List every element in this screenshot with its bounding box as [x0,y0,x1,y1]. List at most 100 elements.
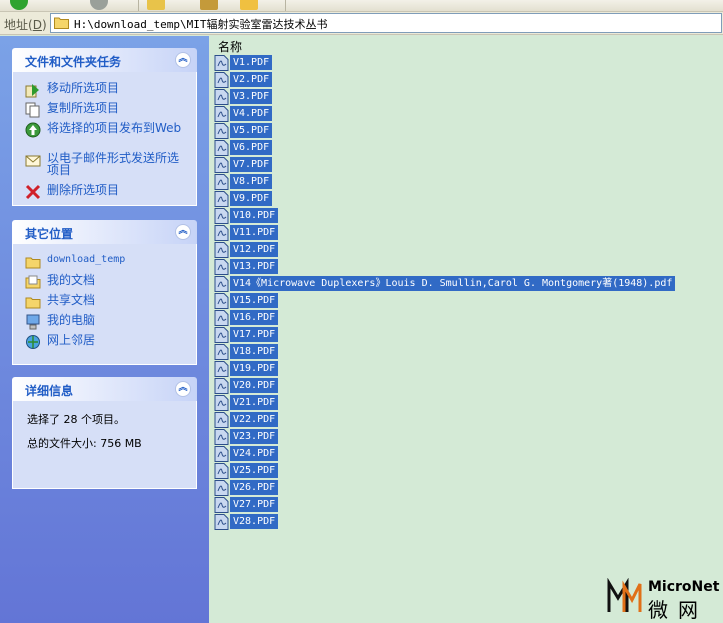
file-name: V6.PDF [230,140,273,155]
file-name: V24.PDF [230,446,279,461]
column-header[interactable]: 名称 [209,36,723,54]
pdf-file-icon [214,122,229,139]
panel-body: 移动所选项目 复制所选项目 将选择的项目发布到Web 以电子邮件形式发送所选项目… [12,72,197,206]
file-row[interactable]: V19.PDF [214,360,279,377]
file-row[interactable]: V27.PDF [214,496,279,513]
file-name: V13.PDF [230,259,279,274]
pdf-file-icon [214,156,229,173]
move-icon [25,84,39,98]
file-name: V2.PDF [230,72,273,87]
pdf-file-icon [214,445,229,462]
file-row[interactable]: V8.PDF [214,173,273,190]
file-row[interactable]: V22.PDF [214,411,279,428]
pdf-file-icon [214,411,229,428]
place-my-documents[interactable]: 我的文档 [25,274,182,290]
pdf-file-icon [214,479,229,496]
search-icon[interactable] [200,0,218,10]
file-name: V27.PDF [230,497,279,512]
file-row[interactable]: V28.PDF [214,513,279,530]
address-path: H:\download_temp\MIT辐射实验室雷达技术丛书 [74,18,328,31]
panel-header[interactable]: 详细信息 ︽ [12,377,197,401]
pdf-file-icon [214,54,229,71]
file-row[interactable]: V2.PDF [214,71,273,88]
collapse-chevron-icon[interactable]: ︽ [175,224,191,240]
details-panel: 详细信息 ︽ 选择了 28 个项目。 总的文件大小: 756 MB [12,377,197,489]
file-row[interactable]: V15.PDF [214,292,279,309]
file-list[interactable]: 名称 V1.PDF V2.PDF V3.PDF V4.PDF V5.PDF V6.PDF V… [209,36,723,623]
back-icon[interactable] [10,0,28,10]
publish-web-link[interactable]: 将选择的项目发布到Web [25,122,182,138]
copy-selected-link[interactable]: 复制所选项目 [25,102,182,118]
file-name: V5.PDF [230,123,273,138]
panel-body: download_temp 我的文档 共享文档 我的电脑 网上邻居 [12,244,197,365]
address-input[interactable]: H:\download_temp\MIT辐射实验室雷达技术丛书 [50,13,722,33]
place-shared-documents[interactable]: 共享文档 [25,294,182,310]
file-row[interactable]: V9.PDF [214,190,273,207]
file-name: V23.PDF [230,429,279,444]
pdf-file-icon [214,394,229,411]
folder-icon [25,257,41,269]
file-name: V14《Microwave Duplexers》Louis D. Smullin… [230,276,676,291]
pdf-file-icon [214,343,229,360]
file-name: V17.PDF [230,327,279,342]
folders-icon[interactable] [240,0,258,10]
move-selected-link[interactable]: 移动所选项目 [25,82,182,98]
file-row[interactable]: V5.PDF [214,122,273,139]
pdf-file-icon [214,88,229,105]
file-row[interactable]: V10.PDF [214,207,279,224]
collapse-chevron-icon[interactable]: ︽ [175,52,191,68]
file-row[interactable]: V12.PDF [214,241,279,258]
file-row[interactable]: V14《Microwave Duplexers》Louis D. Smullin… [214,275,676,292]
file-row[interactable]: V26.PDF [214,479,279,496]
file-row[interactable]: V16.PDF [214,309,279,326]
watermark-brand: MicroNet [648,579,720,595]
collapse-chevron-icon[interactable]: ︽ [175,381,191,397]
panel-header[interactable]: 其它位置 ︽ [12,220,197,244]
place-download-temp[interactable]: download_temp [25,254,182,270]
address-label: 地址(D) [4,18,47,32]
file-row[interactable]: V11.PDF [214,224,279,241]
publish-label: 将选择的项目发布到Web [47,121,182,135]
file-row[interactable]: V25.PDF [214,462,279,479]
email-selected-link[interactable]: 以电子邮件形式发送所选项目 [25,152,182,176]
file-row[interactable]: V21.PDF [214,394,279,411]
total-size: 总的文件大小: 756 MB [27,437,142,450]
delete-selected-link[interactable]: 删除所选项目 [25,184,182,200]
publish-web-icon [25,122,41,138]
file-row[interactable]: V6.PDF [214,139,273,156]
pdf-file-icon [214,360,229,377]
file-row[interactable]: V18.PDF [214,343,279,360]
pdf-file-icon [214,292,229,309]
file-row[interactable]: V24.PDF [214,445,279,462]
file-row[interactable]: V17.PDF [214,326,279,343]
file-row[interactable]: V4.PDF [214,105,273,122]
place-network-places[interactable]: 网上邻居 [25,334,182,350]
up-folder-icon[interactable] [147,0,165,10]
file-row[interactable]: V1.PDF [214,54,273,71]
panel-header[interactable]: 文件和文件夹任务 ︽ [12,48,197,72]
file-row[interactable]: V13.PDF [214,258,279,275]
toolbar [0,0,723,12]
file-row[interactable]: V20.PDF [214,377,279,394]
file-name: V16.PDF [230,310,279,325]
file-name: V11.PDF [230,225,279,240]
forward-icon[interactable] [90,0,108,10]
pdf-file-icon [214,428,229,445]
pdf-file-icon [214,241,229,258]
micronet-watermark: MicroNet 微网 [606,578,721,622]
file-row[interactable]: V23.PDF [214,428,279,445]
pdf-file-icon [214,207,229,224]
place-my-computer[interactable]: 我的电脑 [25,314,182,330]
watermark-brand-cn: 微网 [648,598,708,622]
file-row[interactable]: V7.PDF [214,156,273,173]
delete-icon [25,184,41,200]
file-row[interactable]: V3.PDF [214,88,273,105]
pdf-file-icon [214,326,229,343]
column-name-label: 名称 [218,40,243,54]
pdf-file-icon [214,496,229,513]
other-places-panel: 其它位置 ︽ download_temp 我的文档 共享文档 我的电脑 网上邻居 [12,220,197,365]
pdf-file-icon [214,224,229,241]
pdf-file-icon [214,139,229,156]
address-bar: 地址(D) H:\download_temp\MIT辐射实验室雷达技术丛书 [0,12,723,35]
file-name: V20.PDF [230,378,279,393]
